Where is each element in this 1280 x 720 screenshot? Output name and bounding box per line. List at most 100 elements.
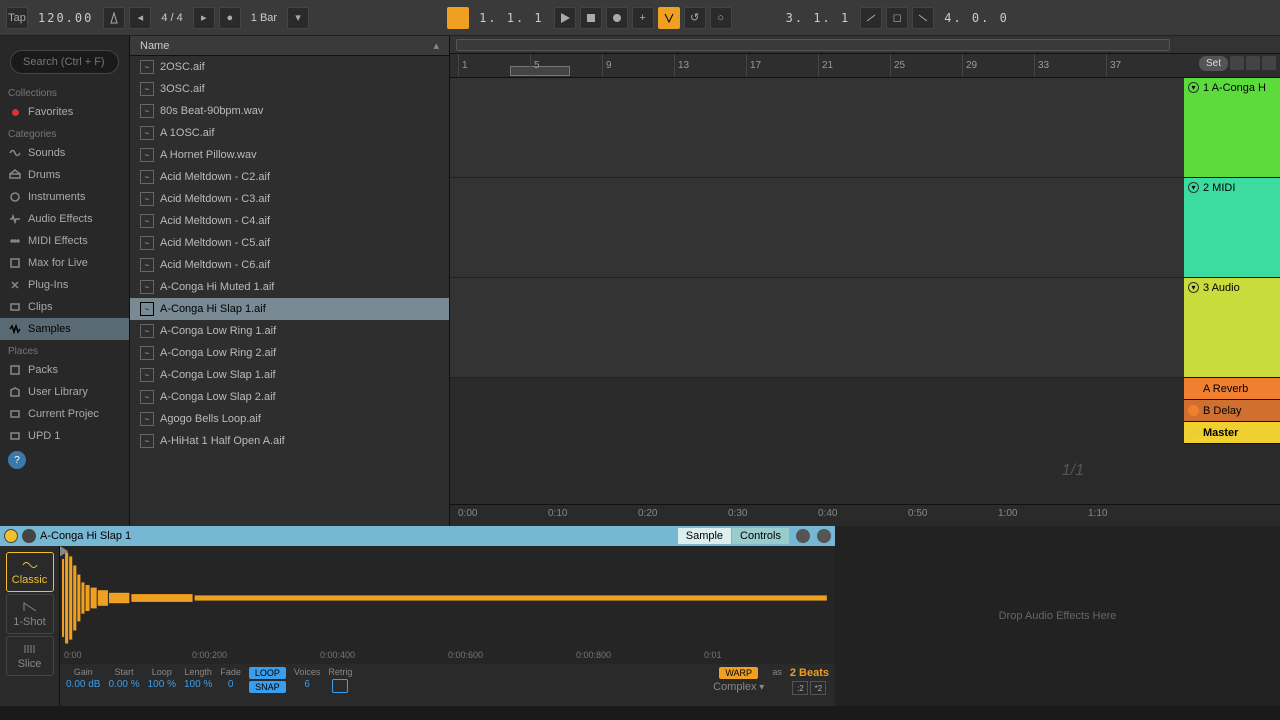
clip-name[interactable]: A-Conga Hi Slap 1: [40, 530, 131, 542]
sidebar-upd1[interactable]: UPD 1: [0, 425, 129, 447]
nudge-up-icon[interactable]: ▸: [193, 7, 215, 29]
time-sig-display[interactable]: 4 / 4: [155, 12, 188, 24]
quantize-dropdown-icon[interactable]: ▾: [287, 7, 309, 29]
show-hide-icon[interactable]: [796, 529, 810, 543]
master-track[interactable]: Master: [1184, 422, 1280, 444]
file-row[interactable]: ~A-Conga Hi Muted 1.aif: [130, 276, 449, 298]
record-button[interactable]: [606, 7, 628, 29]
sidebar-drums[interactable]: Drums: [0, 164, 129, 186]
snap-button[interactable]: SNAP: [249, 681, 286, 693]
track-lanes[interactable]: 1/1: [450, 78, 1184, 504]
seg-beats[interactable]: 2 Beats: [790, 667, 829, 679]
sidebar-midi-effects[interactable]: MIDI Effects: [0, 230, 129, 252]
nudge-down-icon[interactable]: ◂: [129, 7, 151, 29]
sidebar-current-project[interactable]: Current Projec: [0, 403, 129, 425]
track-activator-icon[interactable]: [1188, 383, 1199, 394]
options-icon[interactable]: [1262, 56, 1276, 70]
track-activator-icon[interactable]: [1188, 427, 1199, 438]
track-fold-icon[interactable]: ▾: [1188, 182, 1199, 193]
sidebar-samples[interactable]: Samples: [0, 318, 129, 340]
file-row[interactable]: ~80s Beat-90bpm.wav: [130, 100, 449, 122]
file-row[interactable]: ~Acid Meltdown - C2.aif: [130, 166, 449, 188]
file-row[interactable]: ~Acid Meltdown - C4.aif: [130, 210, 449, 232]
track-header-2[interactable]: ▾2 MIDI: [1184, 178, 1280, 278]
warp-mode[interactable]: Complex ▾: [713, 681, 764, 693]
sidebar-user-library[interactable]: User Library: [0, 381, 129, 403]
param-fade[interactable]: Fade0: [220, 667, 241, 690]
sidebar-audio-effects[interactable]: Audio Effects: [0, 208, 129, 230]
clip-play-icon[interactable]: [22, 529, 36, 543]
unfold-button[interactable]: [1246, 56, 1260, 70]
track-activator-icon[interactable]: [1188, 405, 1199, 416]
mode-classic[interactable]: Classic: [6, 552, 54, 592]
return-b[interactable]: B Delay: [1184, 400, 1280, 422]
overview-region[interactable]: [456, 39, 1170, 51]
sidebar-instruments[interactable]: Instruments: [0, 186, 129, 208]
file-row[interactable]: ~Acid Meltdown - C5.aif: [130, 232, 449, 254]
clip-activator[interactable]: [4, 529, 18, 543]
drop-audio-effects[interactable]: Drop Audio Effects Here: [835, 526, 1280, 706]
param-retrig[interactable]: Retrig: [328, 667, 352, 693]
follow-button[interactable]: ←: [447, 7, 469, 29]
loop-icon[interactable]: ◻: [886, 7, 908, 29]
tap-button[interactable]: Tap: [6, 7, 28, 29]
file-row[interactable]: ~A-HiHat 1 Half Open A.aif: [130, 430, 449, 452]
file-row[interactable]: ~A-Conga Hi Slap 1.aif: [130, 298, 449, 320]
file-row[interactable]: ~A-Conga Low Ring 2.aif: [130, 342, 449, 364]
beat-ruler[interactable]: Set 15913172125293337: [450, 54, 1280, 78]
loop-length[interactable]: 4. 0. 0: [938, 11, 1015, 25]
punch-out-icon[interactable]: [912, 7, 934, 29]
return-a[interactable]: A Reverb: [1184, 378, 1280, 400]
track-header-1[interactable]: ▾1 A-Conga H: [1184, 78, 1280, 178]
tempo-display[interactable]: 120.00: [32, 11, 99, 25]
set-button[interactable]: Set: [1199, 56, 1228, 71]
search-field[interactable]: [10, 50, 119, 74]
halve-button[interactable]: :2: [792, 681, 808, 695]
capture-midi-icon[interactable]: ○: [710, 7, 732, 29]
track-lane-3[interactable]: [450, 278, 1184, 378]
loop-button[interactable]: LOOP: [249, 667, 286, 679]
metronome-icon[interactable]: [103, 7, 125, 29]
sort-icon[interactable]: ▴: [433, 39, 439, 52]
track-header-3[interactable]: ▾3 Audio: [1184, 278, 1280, 378]
sidebar-clips[interactable]: Clips: [0, 296, 129, 318]
track-fold-icon[interactable]: ▾: [1188, 282, 1199, 293]
file-row[interactable]: ~A 1OSC.aif: [130, 122, 449, 144]
fold-button[interactable]: [1230, 56, 1244, 70]
punch-in-icon[interactable]: [860, 7, 882, 29]
waveform-display[interactable]: [60, 546, 835, 650]
file-row[interactable]: ~2OSC.aif: [130, 56, 449, 78]
overdub-button[interactable]: +: [632, 7, 654, 29]
close-clip-icon[interactable]: [817, 529, 831, 543]
file-row[interactable]: ~Acid Meltdown - C6.aif: [130, 254, 449, 276]
play-button[interactable]: [554, 7, 576, 29]
quantize-display[interactable]: 1 Bar: [245, 12, 283, 24]
tab-sample[interactable]: Sample: [678, 528, 731, 544]
file-row[interactable]: ~A Hornet Pillow.wav: [130, 144, 449, 166]
position-display[interactable]: 1. 1. 1: [473, 11, 550, 25]
sidebar-plugins[interactable]: Plug-Ins: [0, 274, 129, 296]
sidebar-packs[interactable]: Packs: [0, 359, 129, 381]
sidebar-sounds[interactable]: Sounds: [0, 142, 129, 164]
param-gain[interactable]: Gain0.00 dB: [66, 667, 100, 690]
automation-arm[interactable]: [658, 7, 680, 29]
metronome-toggle[interactable]: ●: [219, 7, 241, 29]
sidebar-favorites[interactable]: Favorites: [0, 101, 129, 123]
search-input[interactable]: [10, 50, 119, 74]
browser-header[interactable]: Name ▴: [130, 36, 449, 56]
sidebar-max-for-live[interactable]: Max for Live: [0, 252, 129, 274]
track-lane-2[interactable]: [450, 178, 1184, 278]
mode-slice[interactable]: Slice: [6, 636, 54, 676]
reenable-auto-icon[interactable]: ↺: [684, 7, 706, 29]
file-row[interactable]: ~A-Conga Low Slap 1.aif: [130, 364, 449, 386]
param-length[interactable]: Length100 %: [184, 667, 212, 690]
tab-controls[interactable]: Controls: [732, 528, 789, 544]
param-loop[interactable]: Loop100 %: [148, 667, 176, 690]
file-row[interactable]: ~3OSC.aif: [130, 78, 449, 100]
param-voices[interactable]: Voices6: [294, 667, 321, 690]
stop-button[interactable]: [580, 7, 602, 29]
overview-bar[interactable]: [450, 36, 1280, 54]
warp-button[interactable]: WARP: [719, 667, 758, 679]
file-row[interactable]: ~A-Conga Low Slap 2.aif: [130, 386, 449, 408]
file-row[interactable]: ~Acid Meltdown - C3.aif: [130, 188, 449, 210]
